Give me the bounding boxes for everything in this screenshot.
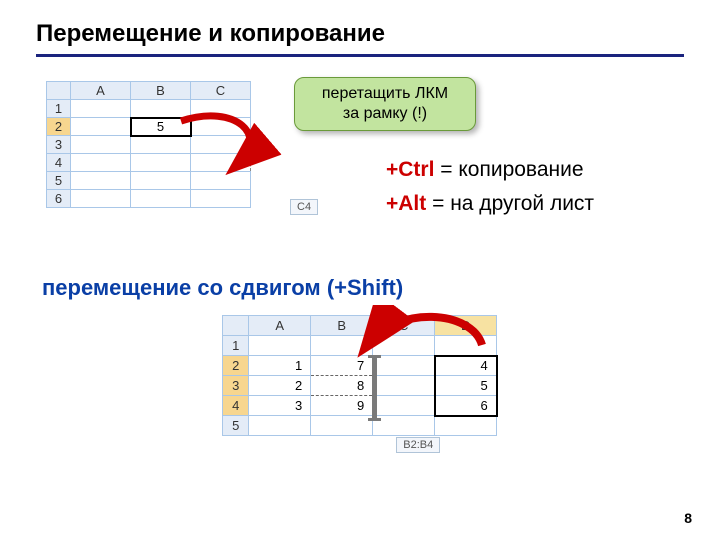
- callout-drag-hint: перетащить ЛКМ за рамку (!): [294, 77, 476, 131]
- cell-A3b: 2: [249, 376, 311, 396]
- cell-B2b: 7: [311, 356, 373, 376]
- range-ref-tooltip: B2:B4: [396, 437, 440, 453]
- insertion-indicator: [373, 357, 376, 419]
- alt-note: +Alt = на другой лист: [386, 187, 594, 221]
- col-header-B: B: [131, 82, 191, 100]
- ctrl-key: +Ctrl: [386, 158, 434, 181]
- cell-A2b: 1: [249, 356, 311, 376]
- cell-C4-target: [191, 154, 251, 172]
- row-hdr-5b: 5: [223, 416, 249, 436]
- cell-A4b: 3: [249, 396, 311, 416]
- col-header-A2: A: [249, 316, 311, 336]
- row-header-6: 6: [47, 190, 71, 208]
- col-header-D2: D: [435, 316, 497, 336]
- row-hdr-4b: 4: [223, 396, 249, 416]
- modifier-notes: +Ctrl = копирование +Alt = на другой лис…: [386, 153, 594, 220]
- ctrl-note: +Ctrl = копирование: [386, 153, 594, 187]
- alt-text: = на другой лист: [426, 192, 594, 215]
- row-hdr-2b: 2: [223, 356, 249, 376]
- example-1: A B C 1 2 5 3 4 5 6 перетащить ЛКМ за рам…: [36, 81, 684, 271]
- cell-D2b: 4: [435, 356, 497, 376]
- row-header-4: 4: [47, 154, 71, 172]
- cell-D4b: 6: [435, 396, 497, 416]
- col-header-C2: C: [373, 316, 435, 336]
- corner-cell: [47, 82, 71, 100]
- example-2: A B C D 1 2 1 7 4 3 2 8 5 4 3: [36, 315, 684, 436]
- callout-line1: перетащить ЛКМ: [322, 85, 448, 102]
- cell-B4b: 9: [311, 396, 373, 416]
- cell-B3b: 8: [311, 376, 373, 396]
- row-header-1: 1: [47, 100, 71, 118]
- row-header-2: 2: [47, 118, 71, 136]
- spreadsheet-grid-1: A B C 1 2 5 3 4 5 6: [46, 81, 251, 208]
- ctrl-text: = копирование: [434, 158, 583, 181]
- subsection-title: перемещение со сдвигом (+Shift): [42, 275, 684, 301]
- row-header-3: 3: [47, 136, 71, 154]
- col-header-C: C: [191, 82, 251, 100]
- callout-line2: за рамку (!): [343, 105, 427, 122]
- cell-B2: 5: [131, 118, 191, 136]
- page-number: 8: [684, 510, 692, 526]
- col-header-A: A: [71, 82, 131, 100]
- cell-D3b: 5: [435, 376, 497, 396]
- spreadsheet-grid-2: A B C D 1 2 1 7 4 3 2 8 5 4 3: [222, 315, 498, 436]
- alt-key: +Alt: [386, 192, 426, 215]
- col-header-B2: B: [311, 316, 373, 336]
- slide-title: Перемещение и копирование: [36, 20, 684, 57]
- row-hdr-1b: 1: [223, 336, 249, 356]
- row-header-5: 5: [47, 172, 71, 190]
- cell-ref-tooltip: C4: [290, 199, 318, 215]
- row-hdr-3b: 3: [223, 376, 249, 396]
- corner-cell-2: [223, 316, 249, 336]
